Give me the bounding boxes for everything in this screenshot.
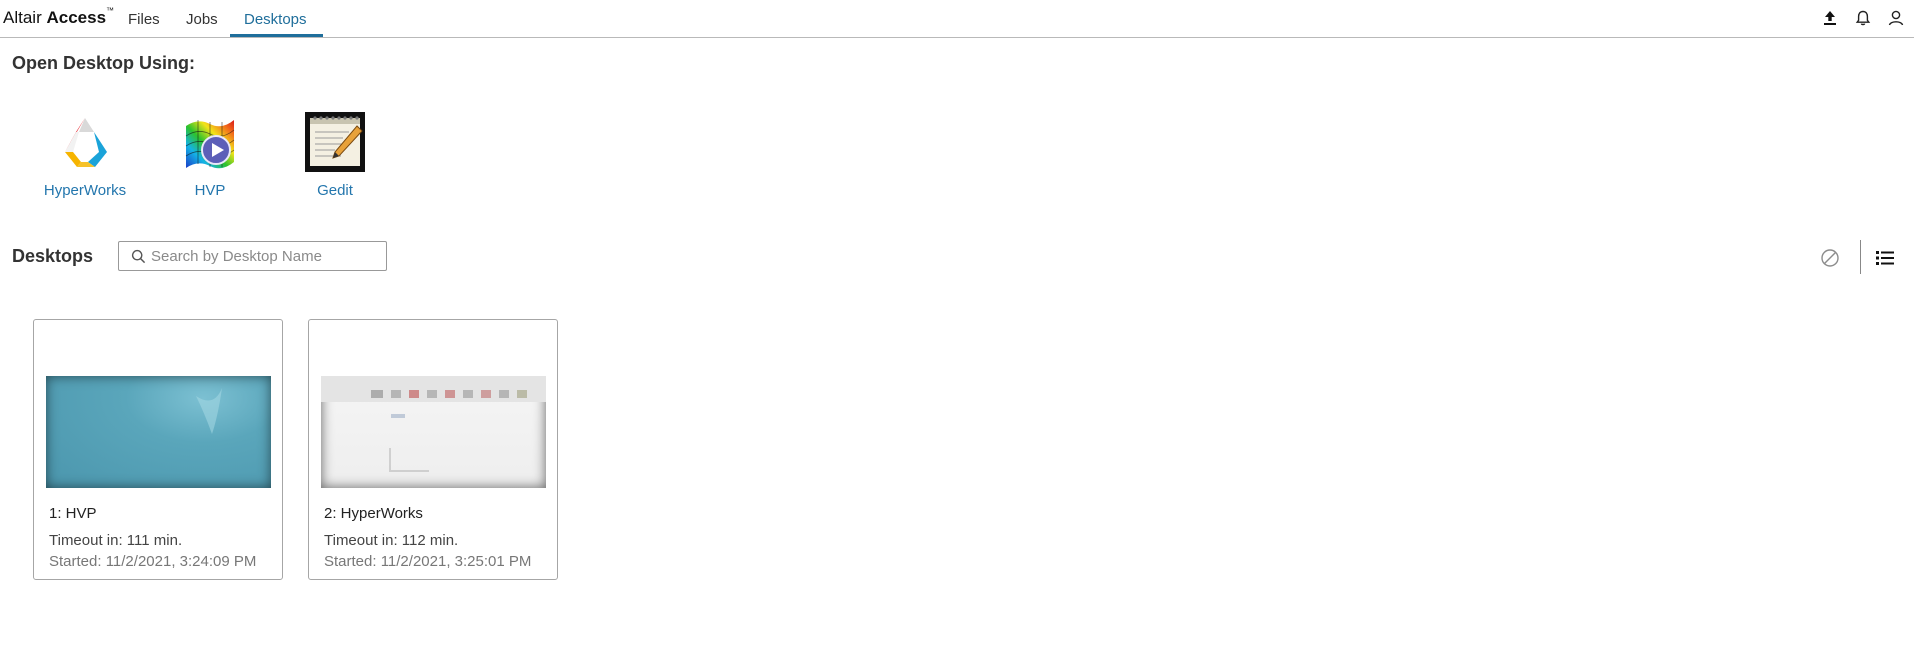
desktop-card-hvp[interactable]: 1: HVP Timeout in: 111 min. Started: 11/… bbox=[33, 319, 283, 580]
toolbar-divider bbox=[1860, 240, 1861, 274]
app-logo: Altair Access™ bbox=[3, 6, 115, 28]
tab-jobs[interactable]: Jobs bbox=[186, 11, 218, 28]
launch-gedit-button[interactable]: Gedit bbox=[275, 112, 395, 204]
hvp-icon bbox=[180, 112, 240, 174]
desktop-thumbnail[interactable] bbox=[321, 376, 546, 488]
bell-icon[interactable] bbox=[1853, 8, 1873, 28]
tab-files[interactable]: Files bbox=[128, 11, 160, 28]
hyperworks-label: HyperWorks bbox=[43, 182, 127, 199]
desktop-started: Started: 11/2/2021, 3:24:09 PM bbox=[49, 553, 257, 570]
desktop-name: 2: HyperWorks bbox=[324, 505, 423, 522]
desktop-card-hyperworks[interactable]: 2: HyperWorks Timeout in: 112 min. Start… bbox=[308, 319, 558, 580]
terminate-icon[interactable] bbox=[1820, 248, 1840, 273]
list-view-icon[interactable] bbox=[1876, 250, 1894, 271]
launch-hvp-button[interactable]: HVP bbox=[150, 112, 270, 204]
desktop-search-input[interactable] bbox=[149, 245, 381, 267]
desktop-thumbnail[interactable] bbox=[46, 376, 271, 488]
user-icon[interactable] bbox=[1886, 8, 1906, 28]
desktop-name: 1: HVP bbox=[49, 505, 97, 522]
open-desktop-title: Open Desktop Using: bbox=[12, 53, 196, 73]
brand-product: Access bbox=[46, 8, 107, 27]
desktops-title: Desktops bbox=[12, 246, 94, 266]
desktop-timeout: Timeout in: 111 min. bbox=[49, 532, 183, 549]
desktop-timeout: Timeout in: 112 min. bbox=[324, 532, 459, 549]
gedit-icon bbox=[305, 112, 365, 174]
active-tab-indicator bbox=[230, 34, 323, 37]
upload-icon[interactable] bbox=[1820, 8, 1840, 28]
desktop-search-box bbox=[118, 241, 387, 271]
launch-hyperworks-button[interactable]: HyperWorks bbox=[25, 112, 145, 204]
gedit-label: Gedit bbox=[317, 182, 353, 199]
search-icon bbox=[131, 249, 146, 264]
desktop-started: Started: 11/2/2021, 3:25:01 PM bbox=[324, 553, 532, 570]
hvp-label: HVP bbox=[194, 182, 226, 199]
hyperworks-icon bbox=[55, 112, 115, 174]
tab-desktops[interactable]: Desktops bbox=[244, 11, 307, 28]
trademark-mark: ™ bbox=[106, 6, 115, 15]
top-nav-bar: Altair Access™ Files Jobs Desktops bbox=[0, 0, 1914, 38]
brand-name: Altair bbox=[3, 8, 42, 27]
